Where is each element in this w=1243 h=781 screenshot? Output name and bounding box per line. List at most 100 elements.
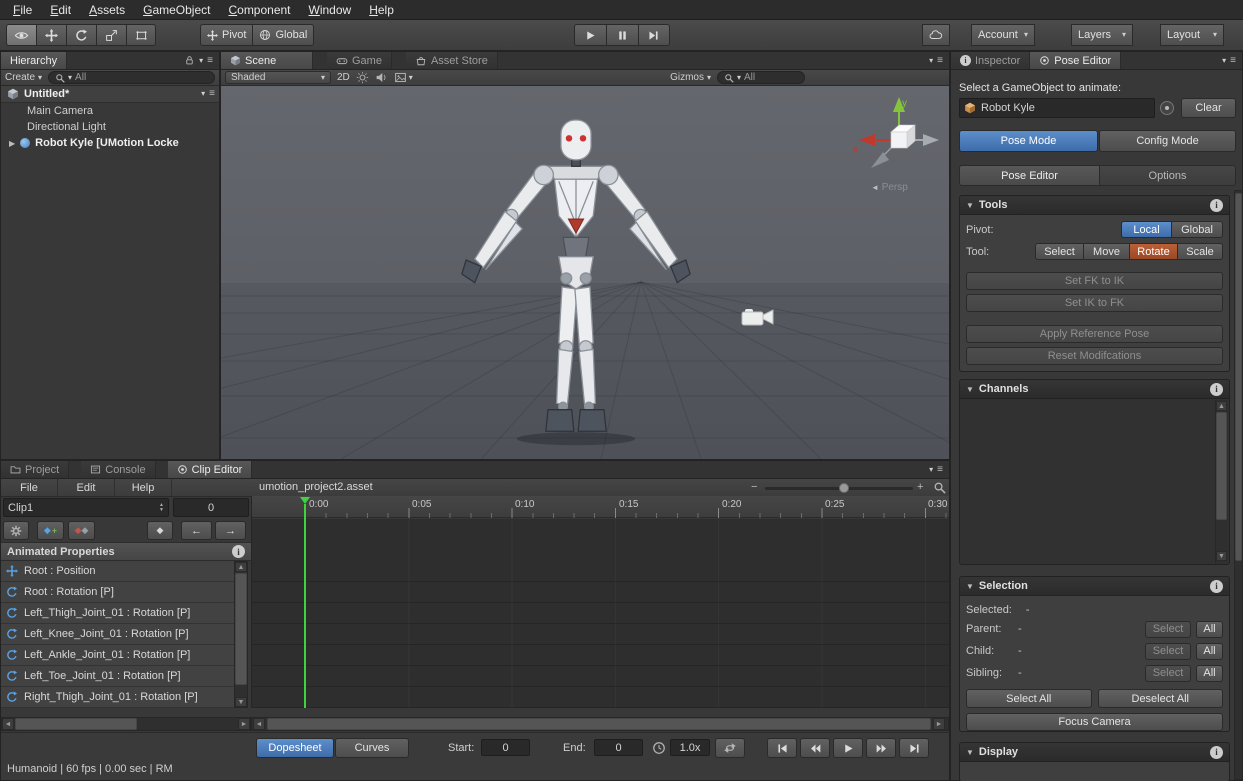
scroll-up-button[interactable]: ▲: [235, 562, 247, 572]
menu-component[interactable]: Component: [219, 1, 299, 19]
clip-select-dropdown[interactable]: Clip1 ▲▼: [3, 498, 169, 517]
curves-tab[interactable]: Curves: [335, 738, 409, 758]
property-row[interactable]: Left_Knee_Joint_01 : Rotation [P]: [1, 624, 234, 645]
zoom-out-icon[interactable]: −: [751, 481, 757, 493]
info-icon[interactable]: i: [1210, 580, 1223, 593]
panel-menu-icon[interactable]: ≡: [209, 89, 215, 99]
next-key-button[interactable]: →: [215, 521, 246, 540]
cloud-button[interactable]: [922, 24, 950, 46]
scroll-down-button[interactable]: ▼: [1216, 551, 1227, 561]
robot-model[interactable]: [436, 116, 716, 446]
channels-scrollbar-thumb[interactable]: [1216, 412, 1227, 520]
scroll-right-button[interactable]: ►: [238, 718, 250, 730]
playhead-line[interactable]: [304, 504, 306, 708]
menu-help[interactable]: Help: [360, 1, 403, 19]
chevron-down-icon[interactable]: ▾: [1222, 57, 1226, 65]
scene-header-row[interactable]: Untitled* ▾≡: [1, 86, 219, 103]
layout-dropdown[interactable]: Layout▾: [1160, 24, 1224, 46]
pivot-toggle-button[interactable]: Pivot: [200, 24, 252, 46]
focus-camera-button[interactable]: Focus Camera: [966, 713, 1223, 731]
hierarchy-search-input[interactable]: ▾ All: [48, 71, 215, 84]
camera-gizmo-icon[interactable]: [741, 304, 775, 330]
info-icon[interactable]: i: [1210, 383, 1223, 396]
tab-scene[interactable]: Scene: [221, 52, 313, 69]
select-all-button[interactable]: Select All: [966, 689, 1092, 708]
tab-pose-editor[interactable]: Pose Editor: [1030, 52, 1121, 69]
info-icon[interactable]: i: [1210, 199, 1223, 212]
zoom-search-button[interactable]: [929, 480, 949, 495]
scene-viewport[interactable]: y x ◄ Persp: [221, 86, 949, 459]
property-row[interactable]: Left_Toe_Joint_01 : Rotation [P]: [1, 666, 234, 687]
tools-section-header[interactable]: ▼ Tools i: [959, 195, 1230, 214]
panel-menu-icon[interactable]: ≡: [207, 56, 213, 66]
chevron-down-icon[interactable]: ▾: [201, 90, 205, 98]
set-ik-to-fk-button[interactable]: Set IK to FK: [966, 294, 1223, 312]
property-row[interactable]: Left_Thigh_Joint_01 : Rotation [P]: [1, 603, 234, 624]
auto-key-button[interactable]: ◆◆: [68, 521, 95, 540]
scroll-down-button[interactable]: ▼: [235, 697, 247, 707]
tab-asset-store[interactable]: Asset Store: [406, 52, 498, 69]
apply-reference-pose-button[interactable]: Apply Reference Pose: [966, 325, 1223, 343]
child-all-button[interactable]: All: [1196, 643, 1223, 660]
panel-menu-icon[interactable]: ≡: [937, 465, 943, 475]
property-hscrollbar-thumb[interactable]: [15, 718, 137, 730]
timeline-pane[interactable]: 0:00 0:05 0:10 0:15 0:20 0:25 0:30: [251, 496, 949, 708]
gizmos-dropdown[interactable]: Gizmos▾: [670, 72, 711, 83]
timeline-content[interactable]: [252, 519, 949, 708]
scene-effects-dropdown[interactable]: ▾: [394, 71, 413, 84]
chevron-down-icon[interactable]: ▾: [929, 57, 933, 65]
playback-speed-field[interactable]: 1.0x: [670, 739, 710, 756]
view-tool-button[interactable]: [6, 24, 36, 46]
selection-section-header[interactable]: ▼ Selection i: [959, 576, 1230, 595]
hierarchy-item-robot-kyle[interactable]: ▶ Robot Kyle [UMotion Locke: [1, 135, 219, 151]
lock-icon[interactable]: [184, 55, 195, 66]
timeline-ruler[interactable]: 0:00 0:05 0:10 0:15 0:20 0:25 0:30: [252, 496, 949, 518]
scene-search-input[interactable]: ▾ All: [717, 71, 805, 84]
scroll-up-button[interactable]: ▲: [1216, 401, 1227, 411]
clip-settings-button[interactable]: [3, 521, 29, 540]
start-field[interactable]: [481, 739, 530, 756]
channels-section-header[interactable]: ▼ Channels i: [959, 379, 1230, 398]
dopesheet-tab[interactable]: Dopesheet: [256, 738, 334, 758]
parent-all-button[interactable]: All: [1196, 621, 1223, 638]
scroll-right-button[interactable]: ►: [933, 718, 945, 730]
display-section-header[interactable]: ▼ Display i: [959, 742, 1230, 761]
move-tool-button[interactable]: [36, 24, 66, 46]
tool-rotate-button[interactable]: Rotate: [1129, 243, 1177, 260]
clip-menu-file[interactable]: File: [1, 479, 58, 496]
scale-tool-button[interactable]: [96, 24, 126, 46]
step-button[interactable]: [638, 24, 670, 46]
object-picker-button[interactable]: [1160, 101, 1174, 115]
tab-project[interactable]: Project: [1, 461, 69, 478]
inspector-scrollbar-thumb[interactable]: [1235, 193, 1242, 561]
2d-toggle[interactable]: 2D: [337, 72, 350, 83]
info-icon[interactable]: i: [1210, 746, 1223, 759]
panel-menu-icon[interactable]: ≡: [1230, 56, 1236, 66]
end-field[interactable]: [594, 739, 643, 756]
menu-file[interactable]: File: [4, 1, 41, 19]
property-row[interactable]: Root : Rotation [P]: [1, 582, 234, 603]
config-mode-button[interactable]: Config Mode: [1099, 130, 1236, 152]
subtab-options[interactable]: Options: [1100, 165, 1236, 186]
reset-modifications-button[interactable]: Reset Modifcations: [966, 347, 1223, 365]
sibling-all-button[interactable]: All: [1196, 665, 1223, 682]
account-dropdown[interactable]: Account▾: [971, 24, 1035, 46]
expand-icon[interactable]: ▶: [9, 139, 15, 148]
property-row[interactable]: Root : Position: [1, 561, 234, 582]
scroll-left-button[interactable]: ◄: [253, 718, 265, 730]
pivot-global-button[interactable]: Global: [1171, 221, 1223, 238]
playhead-marker[interactable]: [300, 497, 310, 504]
menu-assets[interactable]: Assets: [80, 1, 134, 19]
pivot-local-button[interactable]: Local: [1121, 221, 1171, 238]
chevron-down-icon[interactable]: ▾: [199, 57, 203, 65]
rotate-tool-button[interactable]: [66, 24, 96, 46]
subtab-pose-editor[interactable]: Pose Editor: [959, 165, 1100, 186]
menu-window[interactable]: Window: [300, 1, 361, 19]
projection-label[interactable]: ◄ Persp: [871, 182, 908, 193]
next-frame-button[interactable]: [866, 738, 896, 758]
channels-section-body[interactable]: ▲ ▼: [959, 398, 1230, 565]
loop-toggle-button[interactable]: [715, 738, 745, 758]
timeline-hscrollbar-thumb[interactable]: [267, 718, 931, 730]
deselect-all-button[interactable]: Deselect All: [1098, 689, 1224, 708]
menu-gameobject[interactable]: GameObject: [134, 1, 219, 19]
